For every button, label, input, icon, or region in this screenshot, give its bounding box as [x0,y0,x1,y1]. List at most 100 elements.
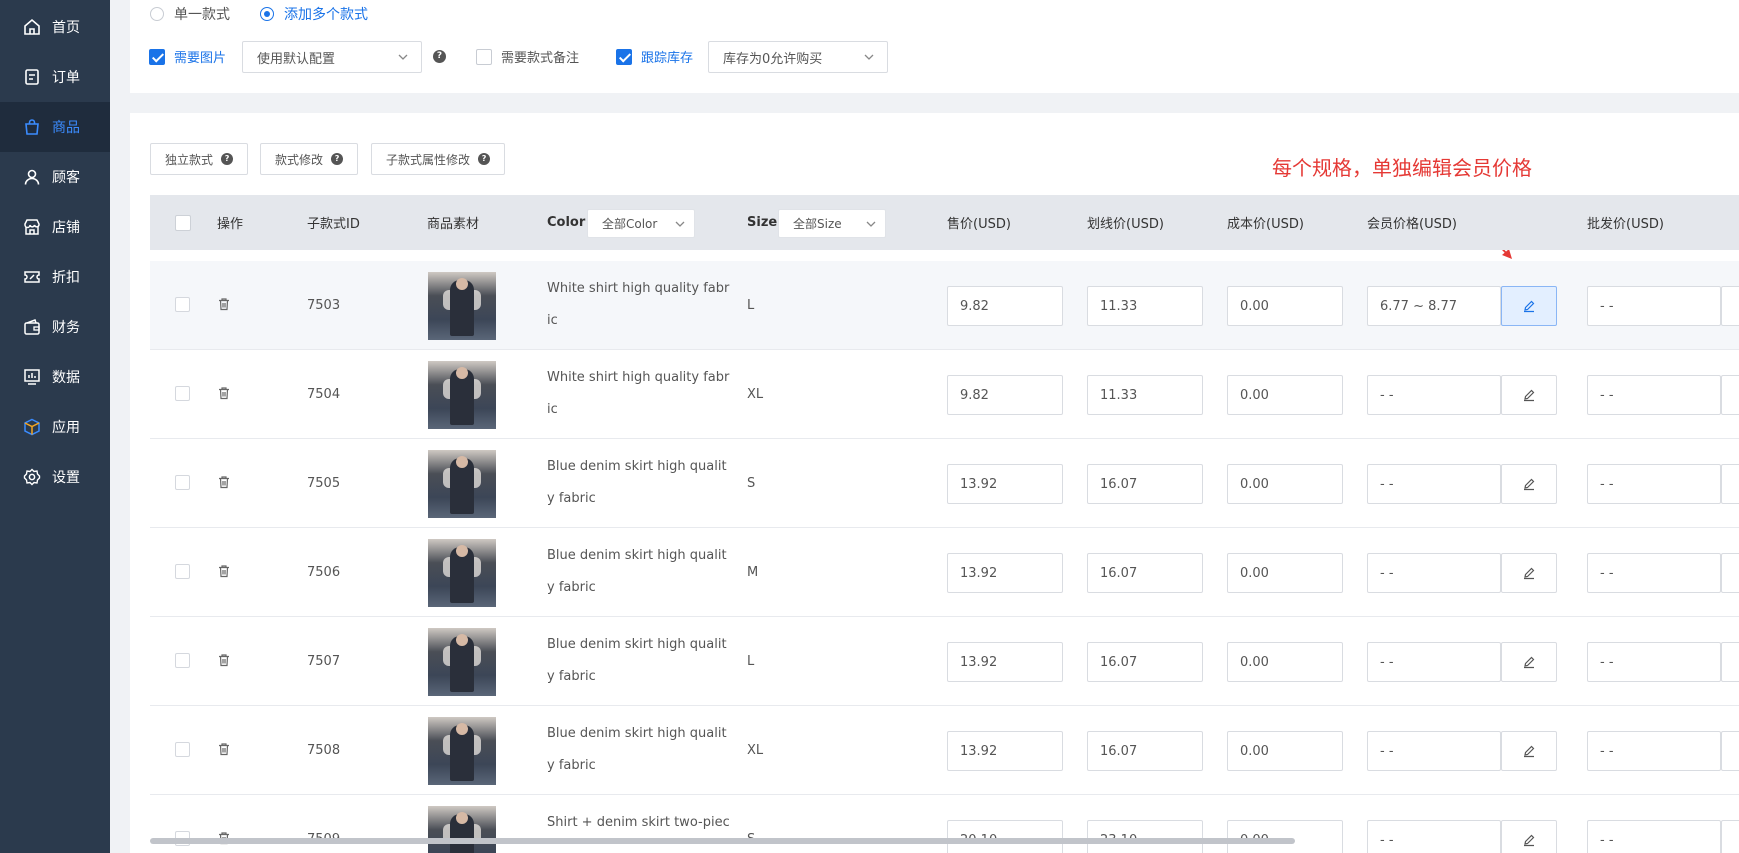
help-icon[interactable]: ? [433,50,446,63]
sidebar-item-home[interactable]: 首页 [0,2,110,52]
sub-style-id: 7509 [307,795,340,853]
radio-multi-style[interactable]: 添加多个款式 [260,4,368,24]
row-checkbox[interactable] [175,742,190,757]
edit-member-price-button[interactable] [1501,375,1557,415]
wholesale-price-field[interactable]: - - [1587,731,1721,771]
row-checkbox[interactable] [175,564,190,579]
wholesale-extra-field[interactable] [1721,731,1739,771]
color-filter-select[interactable]: 全部Color [587,209,695,238]
edit-member-price-button[interactable] [1501,820,1557,853]
cost-input[interactable]: 0.00 [1227,375,1343,415]
cost-input[interactable]: 0.00 [1227,731,1343,771]
wholesale-price-field[interactable]: - - [1587,464,1721,504]
edit-member-price-button[interactable] [1501,642,1557,682]
select-all-checkbox[interactable] [175,215,191,231]
wholesale-extra-field[interactable] [1721,553,1739,593]
cost-input[interactable]: 0.00 [1227,820,1343,853]
trash-icon[interactable] [217,564,231,582]
sub-style-attr-edit-button[interactable]: 子款式属性修改 ? [371,143,506,175]
wholesale-price-field[interactable]: - - [1587,553,1721,593]
product-thumbnail[interactable] [428,272,496,340]
checkbox-label: 需要图片 [174,51,227,66]
sidebar-item-finance[interactable]: 财务 [0,302,110,352]
wholesale-price-field[interactable]: - - [1587,375,1721,415]
edit-member-price-button[interactable] [1501,731,1557,771]
wholesale-extra-field[interactable] [1721,375,1739,415]
wholesale-extra-field[interactable] [1721,286,1739,326]
cost-input[interactable]: 0.00 [1227,286,1343,326]
edit-member-price-button[interactable] [1501,464,1557,504]
trash-icon[interactable] [217,297,231,315]
wholesale-extra-field[interactable] [1721,464,1739,504]
style-edit-button[interactable]: 款式修改 ? [260,143,359,175]
user-icon [22,167,42,187]
edit-member-price-button[interactable] [1501,553,1557,593]
sidebar-item-orders[interactable]: 订单 [0,52,110,102]
radio-single-style[interactable]: 单一款式 [150,4,230,24]
table-row: 7506 Blue denim skirt high quality fabric… [150,528,1739,617]
product-name: Blue denim skirt high quality fabric [547,637,727,684]
compare-price-input[interactable]: 23.10 [1087,820,1203,853]
member-price-field: - - [1367,375,1501,415]
price-input[interactable]: 9.82 [947,286,1063,326]
image-config-select[interactable]: 使用默认配置 [242,41,422,73]
row-checkbox[interactable] [175,297,190,312]
select-value: 全部Color [602,217,658,231]
sidebar-item-customers[interactable]: 顾客 [0,152,110,202]
wholesale-price-field[interactable]: - - [1587,286,1721,326]
edit-member-price-button[interactable] [1501,286,1557,326]
price-input[interactable]: 9.82 [947,375,1063,415]
sidebar-item-discount[interactable]: 折扣 [0,252,110,302]
wholesale-price-field[interactable]: - - [1587,820,1721,853]
stock-policy-select[interactable]: 库存为0允许购买 [708,41,888,73]
horizontal-scrollbar[interactable] [150,838,1295,844]
price-input[interactable]: 13.92 [947,731,1063,771]
checkbox-label: 需要款式备注 [501,51,580,66]
independent-style-button[interactable]: 独立款式 ? [150,143,249,175]
store-icon [22,217,42,237]
row-checkbox[interactable] [175,653,190,668]
cost-input[interactable]: 0.00 [1227,464,1343,504]
row-checkbox[interactable] [175,386,190,401]
product-thumbnail[interactable] [428,361,496,429]
compare-price-input[interactable]: 16.07 [1087,731,1203,771]
wholesale-extra-field[interactable] [1721,820,1739,853]
compare-price-input[interactable]: 16.07 [1087,642,1203,682]
table-header: 操作 子款式ID 商品素材 Color 全部Color Size 全部Size … [150,195,1739,250]
sidebar-item-settings[interactable]: 设置 [0,452,110,502]
compare-price-input[interactable]: 11.33 [1087,375,1203,415]
product-thumbnail[interactable] [428,628,496,696]
cost-input[interactable]: 0.00 [1227,553,1343,593]
price-input[interactable]: 20.10 [947,820,1063,853]
need-style-note-checkbox[interactable]: 需要款式备注 [476,47,579,66]
size-filter-select[interactable]: 全部Size [778,209,886,238]
trash-icon[interactable] [217,475,231,493]
cost-input[interactable]: 0.00 [1227,642,1343,682]
sidebar-item-data[interactable]: 数据 [0,352,110,402]
trash-icon[interactable] [217,386,231,404]
sidebar-item-apps[interactable]: 应用 [0,402,110,452]
compare-price-input[interactable]: 16.07 [1087,553,1203,593]
pen-icon [1524,567,1535,580]
wholesale-price-field[interactable]: - - [1587,642,1721,682]
help-icon: ? [478,153,491,165]
price-input[interactable]: 13.92 [947,642,1063,682]
sidebar-item-products[interactable]: 商品 [0,102,110,152]
product-thumbnail[interactable] [428,717,496,785]
sidebar-item-store[interactable]: 店铺 [0,202,110,252]
pen-icon [1524,745,1535,758]
price-input[interactable]: 13.92 [947,464,1063,504]
track-stock-checkbox[interactable]: 跟踪库存 [616,47,693,66]
product-thumbnail[interactable] [428,450,496,518]
compare-price-input[interactable]: 16.07 [1087,464,1203,504]
compare-price-input[interactable]: 11.33 [1087,286,1203,326]
product-thumbnail[interactable] [428,539,496,607]
need-image-checkbox[interactable]: 需要图片 [149,47,226,66]
wholesale-extra-field[interactable] [1721,642,1739,682]
trash-icon[interactable] [217,653,231,671]
checkbox-box [616,48,632,65]
product-thumbnail[interactable] [428,806,496,853]
price-input[interactable]: 13.92 [947,553,1063,593]
trash-icon[interactable] [217,742,231,760]
row-checkbox[interactable] [175,475,190,490]
